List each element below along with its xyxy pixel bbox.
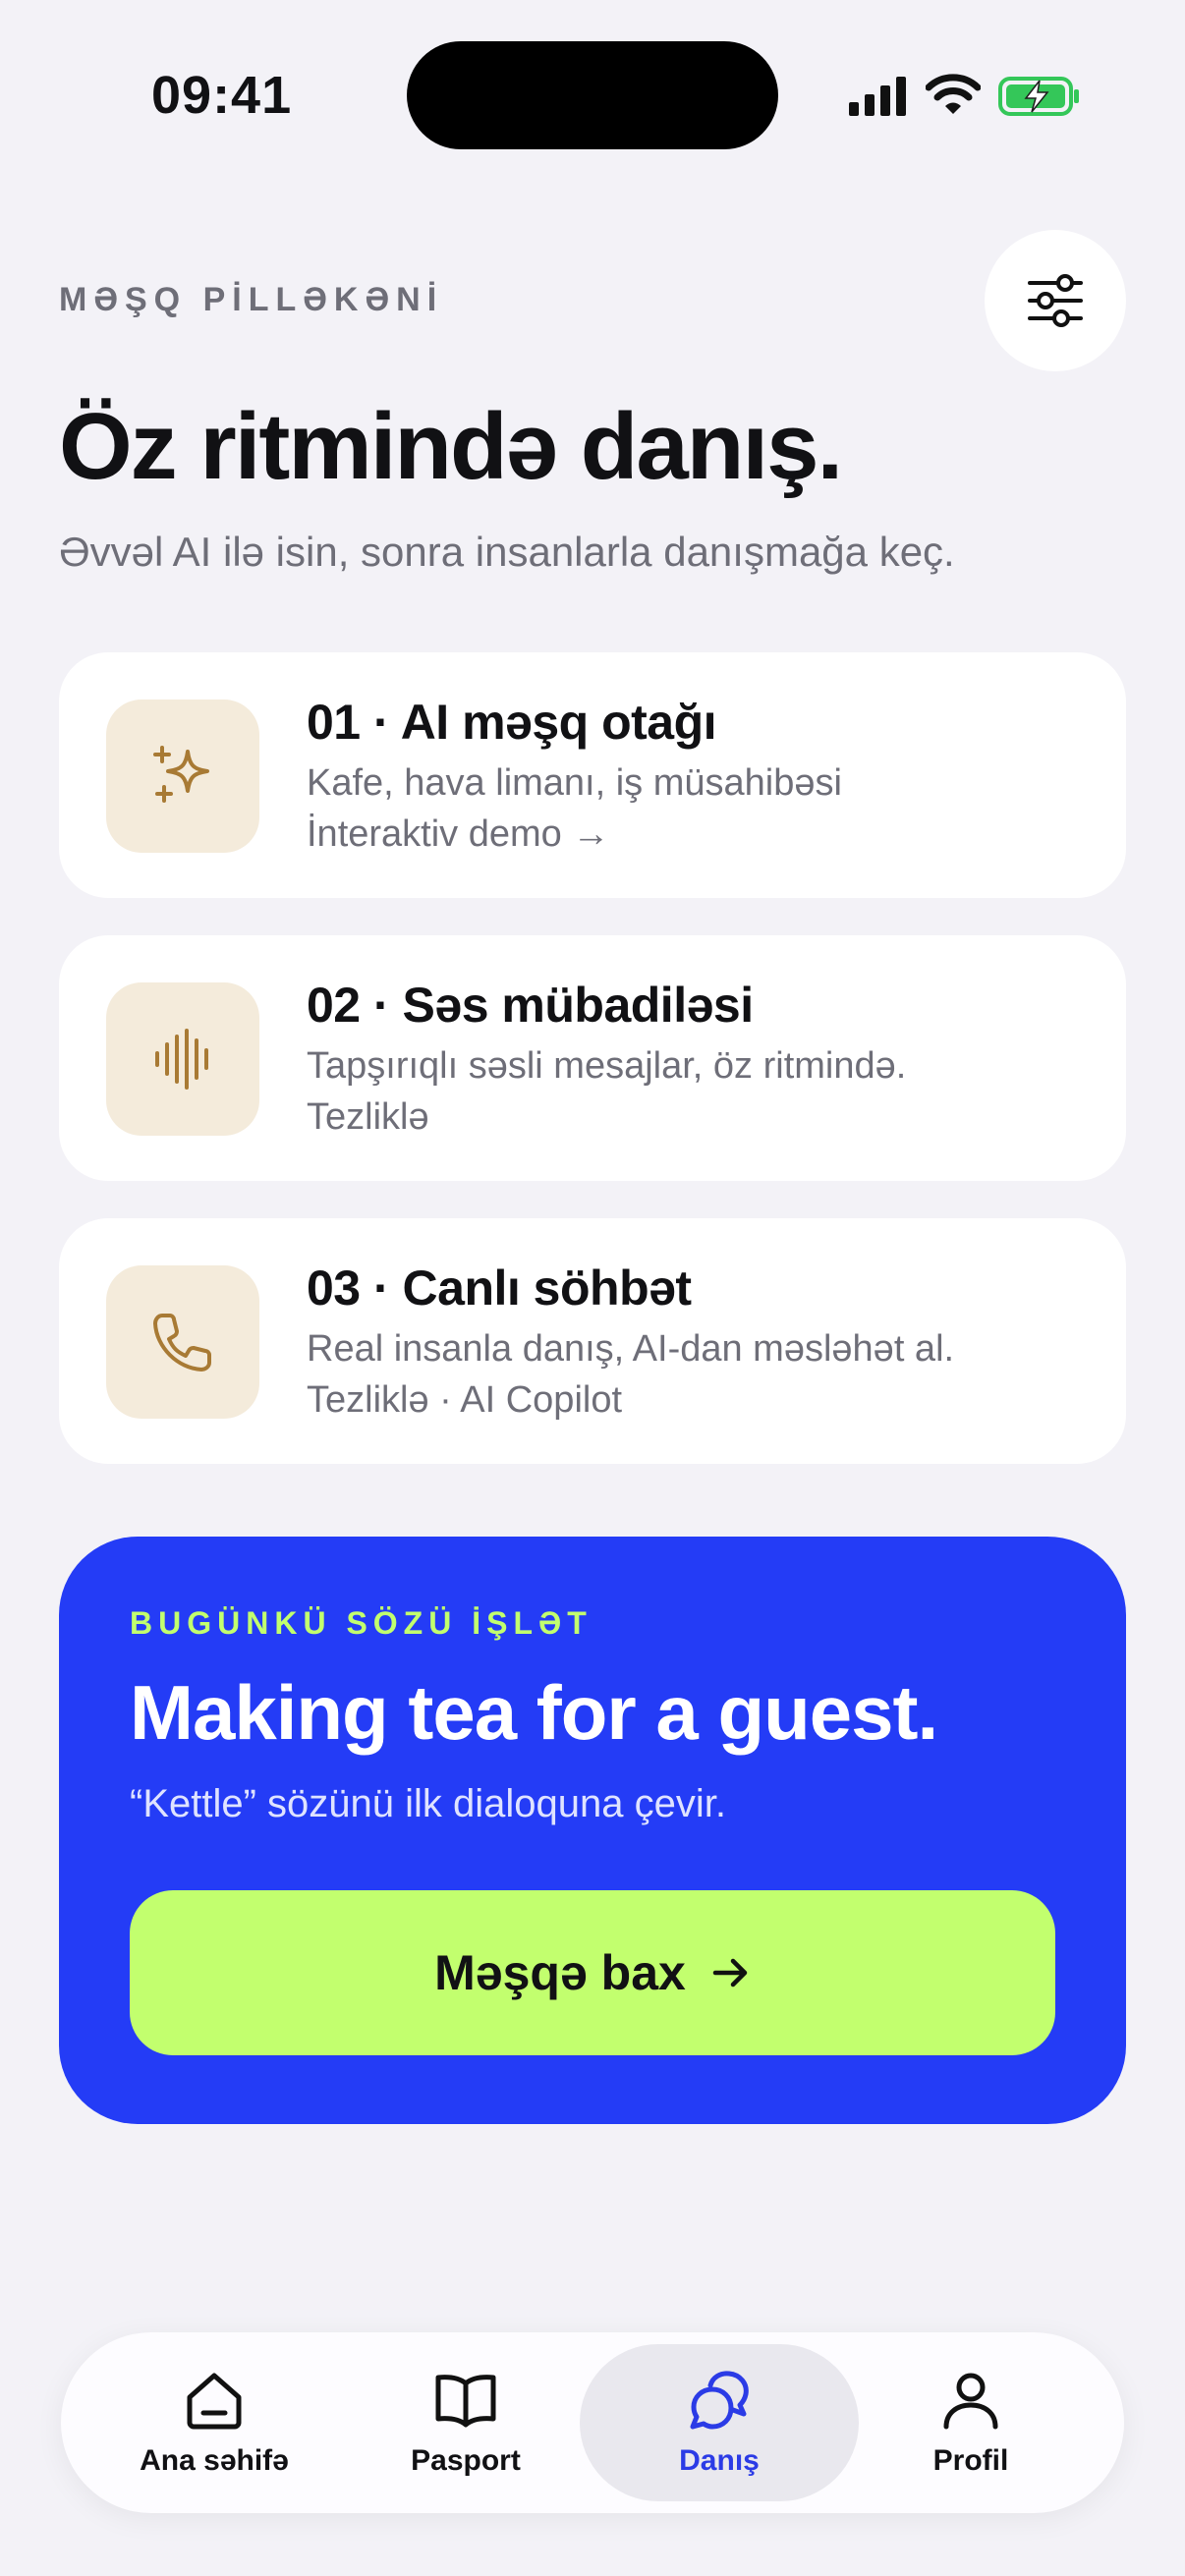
card-meta: Tezliklə · AI Copilot — [307, 1379, 623, 1421]
home-icon — [187, 2373, 242, 2430]
card-title: 01 · AI məşq otağı — [307, 695, 717, 750]
cellular-signal-icon — [849, 77, 906, 116]
tab-passport[interactable]: Pasport — [326, 2344, 605, 2501]
card-title: 03 · Canlı söhbət — [307, 1260, 692, 1316]
promo-title: Making tea for a guest. — [130, 1669, 938, 1756]
card-icon-box — [106, 982, 259, 1136]
card-meta: Tezliklə — [307, 1096, 429, 1138]
sparkles-icon — [153, 746, 209, 803]
promo-description: “Kettle” sözünü ilk dialoquna çevir. — [130, 1782, 726, 1825]
card-description: Tapşırıqlı səsli mesajlar, öz ritmində. — [307, 1045, 907, 1087]
card-title: 02 · Səs mübadiləsi — [307, 978, 754, 1033]
practice-cta-button[interactable]: Məşqə bax — [130, 1890, 1055, 2055]
practice-cta-label: Məşqə bax — [434, 1945, 686, 2000]
page-title: Öz ritmində danış. — [59, 394, 843, 499]
chat-bubbles-icon — [690, 2371, 749, 2430]
book-icon — [435, 2375, 496, 2428]
card-icon-box — [106, 1265, 259, 1419]
tab-speak[interactable]: Danış — [580, 2344, 859, 2501]
card-meta[interactable]: İnteraktiv demo → — [307, 813, 609, 856]
card-live-chat[interactable]: 03 · Canlı söhbət Real insanla danış, AI… — [59, 1218, 1126, 1464]
sliders-icon — [1028, 274, 1083, 327]
battery-charging-icon — [998, 77, 1079, 116]
dynamic-island — [407, 41, 778, 149]
tab-home[interactable]: Ana səhifə — [75, 2344, 354, 2501]
person-icon — [943, 2373, 998, 2430]
phone-icon — [153, 1314, 211, 1372]
card-icon-box — [106, 700, 259, 853]
status-time: 09:41 — [151, 66, 293, 125]
card-voice-exchange[interactable]: 02 · Səs mübadiləsi Tapşırıqlı səsli mes… — [59, 935, 1126, 1181]
tab-label: Profil — [932, 2444, 1009, 2477]
bottom-tab-bar: Ana səhifə Pasport Danış Profil — [61, 2332, 1124, 2513]
section-eyebrow: MƏŞQ PİLLƏKƏNİ — [59, 281, 444, 318]
tab-profile[interactable]: Profil — [831, 2344, 1110, 2501]
card-description: Real insanla danış, AI-dan məsləhət al. — [307, 1328, 955, 1370]
filter-button[interactable] — [985, 230, 1126, 371]
arrow-right-icon — [712, 1958, 748, 1988]
card-ai-practice-room[interactable]: 01 · AI məşq otağı Kafe, hava limanı, iş… — [59, 652, 1126, 898]
tab-label: Danış — [679, 2444, 760, 2477]
word-of-the-day-card: BUGÜNKÜ SÖZÜ İŞLƏT Making tea for a gues… — [59, 1537, 1126, 2124]
promo-eyebrow: BUGÜNKÜ SÖZÜ İŞLƏT — [130, 1605, 592, 1641]
tab-label: Pasport — [411, 2444, 521, 2477]
page-subtitle: Əvvəl AI ilə isin, sonra insanlarla danı… — [59, 529, 955, 575]
card-description: Kafe, hava limanı, iş müsahibəsi — [307, 762, 842, 804]
tab-label: Ana səhifə — [140, 2444, 289, 2477]
waveform-icon — [155, 1029, 208, 1090]
wifi-icon — [926, 74, 981, 114]
